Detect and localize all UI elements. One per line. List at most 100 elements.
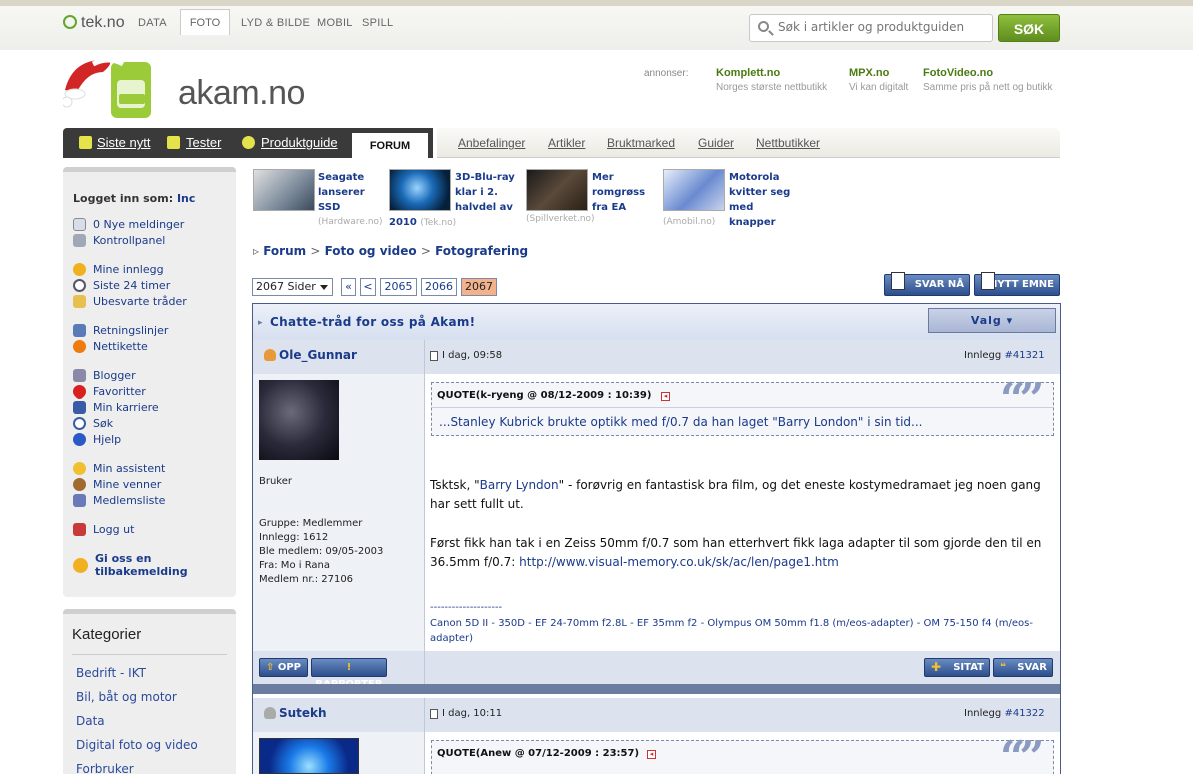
avatar[interactable] (259, 738, 359, 774)
category-item[interactable]: Bil, båt og motor (76, 690, 177, 704)
user-details: Gruppe: Medlemmer Innlegg: 1612 Ble medl… (259, 518, 384, 585)
post-link[interactable]: #41322 (1004, 708, 1044, 719)
sidebar-assistant[interactable]: Min assistent (73, 461, 165, 476)
news-item-ea[interactable]: Mer romgrøss fra EA (592, 170, 662, 215)
post-author[interactable]: Ole_Gunnar (279, 348, 357, 362)
page-select[interactable]: 2067 Sider (252, 278, 333, 296)
answer-button[interactable]: ❝ SVAR (993, 658, 1053, 677)
tab-spill[interactable]: SPILL (362, 17, 393, 29)
ad-komplett[interactable]: Komplett.no Norges største nettbutikk (716, 67, 827, 93)
report-button[interactable]: ! RAPPORTER (311, 658, 387, 690)
search-input[interactable] (778, 20, 988, 34)
sidebar-member-list[interactable]: Medlemsliste (73, 493, 165, 508)
nav-siste-nytt[interactable]: Siste nytt (97, 135, 150, 150)
members-icon (73, 493, 86, 507)
ad-mpx[interactable]: MPX.no Vi kan digitalt (849, 67, 908, 93)
search-button[interactable]: SØK (998, 14, 1060, 42)
sidebar-help[interactable]: Hjelp (73, 432, 121, 447)
post-link[interactable]: #41321 (1004, 350, 1044, 361)
news-item-bluray-cont[interactable]: 2010 (Tek.no) (389, 215, 456, 231)
sidebar-favorites[interactable]: Favoritter (70, 381, 146, 401)
ad-fotovideo[interactable]: FotoVideo.no Samme pris på nett og butik… (923, 67, 1053, 93)
user-icon (264, 349, 276, 361)
category-item[interactable]: Digital foto og video (76, 738, 198, 752)
first-page-button[interactable]: « (341, 278, 356, 296)
news-item-bluray[interactable]: 3D-Blu-ray klar i 2. halvdel av (455, 170, 520, 215)
sidebar-netiquette[interactable]: Nettikette (73, 339, 148, 354)
breadcrumb-foto-video[interactable]: Foto og video (325, 244, 417, 258)
user-role: Bruker (259, 476, 293, 487)
ads-label: annonser: (644, 68, 689, 79)
post-icon (430, 351, 438, 361)
options-dropdown[interactable]: Valg ▾ (928, 308, 1056, 333)
tab-mobil[interactable]: MOBIL (317, 17, 353, 29)
external-link[interactable]: http://www.visual-memory.co.uk/sk/ac/len… (519, 555, 839, 569)
signature-separator: -------------------- (430, 602, 503, 613)
guidelines-icon (73, 323, 86, 337)
database-icon (242, 136, 255, 149)
sidebar-search[interactable]: Søk (73, 416, 113, 431)
friends-icon (73, 477, 86, 491)
post-icon (430, 709, 438, 719)
power-icon (63, 15, 77, 29)
sidebar-last-24h[interactable]: Siste 24 timer (73, 278, 170, 293)
sidebar-logout[interactable]: Logg ut (73, 522, 134, 537)
tab-lyd-bilde[interactable]: LYD & BILDE (241, 17, 310, 29)
news-thumbnail[interactable] (389, 169, 451, 211)
sidebar-guidelines[interactable]: Retningslinjer (73, 323, 168, 338)
search-icon (73, 416, 86, 430)
sidebar-unanswered[interactable]: Ubesvarte tråder (73, 294, 187, 309)
divider (424, 651, 425, 684)
breadcrumb-fotografering[interactable]: Fotografering (435, 244, 528, 258)
film-link[interactable]: Barry Lyndon (480, 478, 559, 492)
tab-foto[interactable]: FOTO (180, 9, 230, 35)
sidebar-my-posts[interactable]: Mine innlegg (73, 262, 164, 277)
page-link[interactable]: 2065 (380, 278, 417, 296)
quote-button[interactable]: ✚ SITAT (924, 658, 990, 677)
nav-forum[interactable]: FORUM (352, 133, 428, 158)
sidebar-new-messages[interactable]: 0 Nye meldinger (73, 217, 184, 232)
news-icon (79, 136, 92, 149)
akam-logo-icon[interactable] (63, 50, 158, 124)
ad-title: MPX.no (849, 67, 890, 79)
tekno-brand[interactable]: tek.no (63, 13, 125, 32)
nav-guider[interactable]: Guider (698, 136, 734, 150)
up-button[interactable]: ⇧ OPP (259, 658, 308, 677)
blog-icon (73, 368, 86, 382)
sidebar-blogs[interactable]: Blogger (73, 368, 136, 383)
post-separator (253, 684, 1060, 694)
logged-in-user[interactable]: Inc (177, 192, 195, 205)
warning-icon (73, 339, 86, 353)
tab-data[interactable]: DATA (138, 17, 167, 29)
quote-link-icon[interactable]: ◂ (647, 750, 656, 759)
news-thumbnail[interactable] (526, 169, 588, 211)
sidebar-friends[interactable]: Mine venner (73, 477, 161, 492)
news-thumbnail[interactable] (663, 169, 725, 211)
site-logo-text[interactable]: akam.no (178, 74, 305, 113)
sidebar-feedback[interactable]: Gi oss en tilbakemelding (73, 552, 223, 580)
sidebar-career[interactable]: Min karriere (73, 400, 159, 415)
nav-bruktmarked[interactable]: Bruktmarked (607, 136, 675, 150)
prev-page-button[interactable]: < (360, 278, 376, 296)
news-thumbnail[interactable] (253, 169, 315, 211)
nav-artikler[interactable]: Artikler (548, 136, 585, 150)
breadcrumb-forum[interactable]: Forum (263, 244, 306, 258)
avatar[interactable] (259, 380, 339, 460)
news-item-motorola[interactable]: Motorola kvitter seg med knapper (729, 170, 799, 230)
sidebar-control-panel[interactable]: Kontrollpanel (73, 233, 165, 248)
category-item[interactable]: Bedrift - IKT (76, 666, 146, 680)
breadcrumb-arrow-icon: ▹ (253, 244, 260, 258)
category-item[interactable]: Forbruker (76, 762, 134, 774)
quote-link-icon[interactable]: ◂ (661, 392, 670, 401)
category-item[interactable]: Data (76, 714, 105, 728)
quote-mark-icon: “” (1000, 732, 1045, 774)
page-link[interactable]: 2066 (421, 278, 457, 296)
new-topic-button[interactable]: NYTT EMNE (974, 272, 1060, 296)
nav-anbefalinger[interactable]: Anbefalinger (458, 136, 525, 150)
news-item-seagate[interactable]: Seagate lanserer SSD (Hardware.no) (318, 170, 388, 230)
nav-nettbutikker[interactable]: Nettbutikker (756, 136, 820, 150)
nav-tester[interactable]: Tester (186, 135, 221, 150)
nav-produktguide[interactable]: Produktguide (261, 135, 338, 150)
reply-button[interactable]: SVAR NÅ (884, 272, 970, 296)
post-author[interactable]: Sutekh (279, 706, 327, 720)
